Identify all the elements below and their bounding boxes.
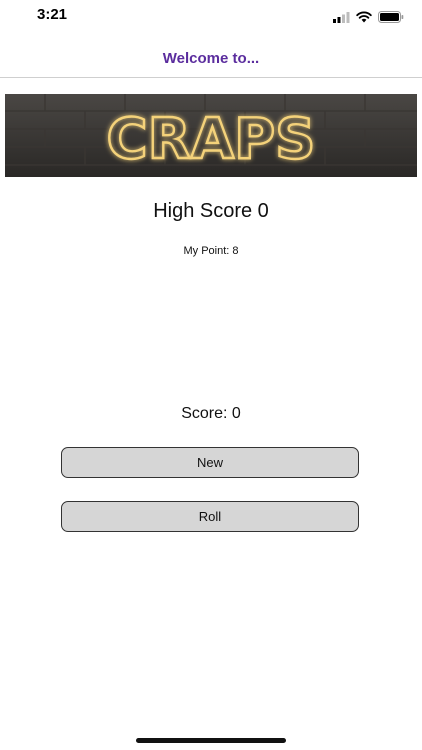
craps-banner-image: CRAPS [5,94,417,177]
battery-icon [378,10,404,28]
my-point-label: My Point: 8 [183,245,239,257]
roll-button[interactable]: Roll [61,501,359,532]
page-title: Welcome to... [162,50,260,67]
status-icons [333,10,404,28]
home-indicator[interactable] [136,738,286,743]
score-label: Score: 0 [181,405,241,422]
banner-neon-text: CRAPS [107,107,316,172]
new-game-button[interactable]: New [61,447,359,478]
status-time: 3:21 [37,6,68,23]
status-bar: 3:21 [0,0,422,34]
wifi-icon [356,10,372,28]
navigation-bar: Welcome to... [0,40,422,78]
high-score-label: High Score 0 [153,200,269,222]
cellular-signal-icon [333,10,350,28]
